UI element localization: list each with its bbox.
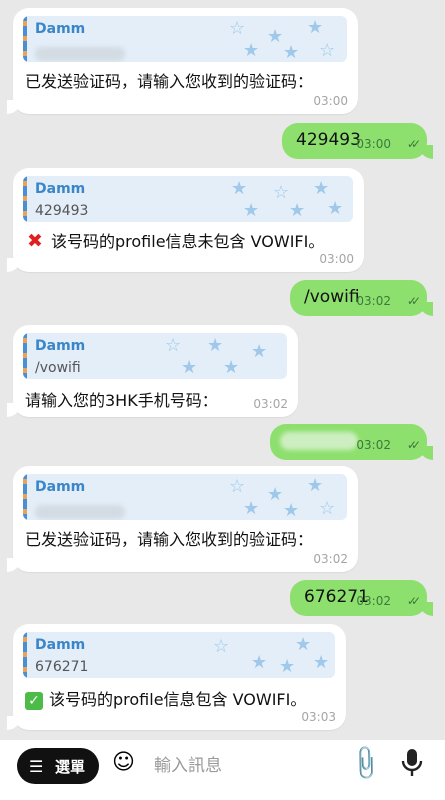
outgoing-message[interactable]: /vowifi 03:02 ✓✓ [290,280,433,316]
star-pattern: ★ ☆ ★ ★ ★ ★ [231,178,344,221]
cross-mark-icon: ✖ [27,230,43,252]
message-text: 已发送验证码，请输入您收到的验证码： [25,530,314,549]
quote-sender: Damm [35,637,86,653]
redacted-text [35,47,125,61]
menu-label: 選單 [55,758,86,776]
outgoing-message[interactable]: 676271 03:02 ✓✓ [290,580,433,616]
outgoing-message[interactable]: 03:02 ✓✓ [270,424,433,460]
read-check-icon: ✓✓ [406,438,421,452]
message-text: 已发送验证码，请输入您收到的验证码： [25,72,314,91]
message-time: 03:00 [319,252,354,266]
outgoing-message[interactable]: 429493 03:00 ✓✓ [282,123,433,159]
quote-bar [23,333,27,379]
message-text: ✖ 该号码的profile信息未包含 VOWIFI。 [25,228,324,252]
quote-text: 429493 [35,203,89,219]
message-time: 03:02 [356,294,391,308]
menu-icon: ☰ [29,757,44,776]
message-text-content: 该号码的profile信息未包含 VOWIFI。 [51,232,325,251]
quote-text: 676271 [35,659,89,675]
attach-icon[interactable]: 📎 [345,743,386,784]
quote-sender: Damm [35,21,86,37]
message-time: 03:00 [356,137,391,151]
quote-sender: Damm [35,338,86,354]
star-pattern: ☆ ★ ★ ★ ★ ☆ [229,17,336,62]
incoming-message[interactable]: Damm ☆ ★ ★ ★ ★ ☆ 已发送验证码，请输入您收到的验证码： 03:02 [7,466,358,572]
reply-quote[interactable]: Damm ☆ ★ ★ ★ ★ ☆ [23,16,347,62]
message-time: 03:02 [313,552,348,566]
message-input[interactable] [152,751,336,781]
redacted-text [280,432,358,450]
message-time: 03:02 [356,594,391,608]
quote-bar [23,632,27,678]
reply-quote[interactable]: Damm 676271 ☆ ★ ★ ★ ★ [23,632,335,678]
composer-bar: ☰ 選單 ☺ 📎 [0,740,445,800]
quote-text: /vowifi [35,360,81,376]
message-time: 03:02 [356,438,391,452]
message-text: ✓ 该号码的profile信息包含 VOWIFI。 [25,686,306,710]
quote-bar [23,16,27,62]
incoming-message[interactable]: Damm 429493 ★ ☆ ★ ★ ★ ★ ✖ 该号码的profile信息未包含 V… [7,168,364,272]
message-time: 03:00 [313,94,348,108]
message-text: /vowifi [304,287,360,307]
quote-sender: Damm [35,181,86,197]
reply-quote[interactable]: Damm 429493 ★ ☆ ★ ★ ★ ★ [23,176,353,222]
quote-bar [23,474,27,520]
read-check-icon: ✓✓ [406,294,421,308]
message-text-content: 该号码的profile信息包含 VOWIFI。 [49,690,307,709]
menu-button[interactable]: ☰ 選單 [17,748,99,784]
quote-bar [23,176,27,222]
read-check-icon: ✓✓ [406,137,421,151]
chat-area[interactable]: Damm ☆ ★ ★ ★ ★ ☆ 已发送验证码，请输入您收到的验证码： 03:00 4… [0,0,445,740]
sticker-icon[interactable]: ☺ [112,750,135,775]
star-pattern: ☆ ★ ★ ★ ★ ☆ [229,475,336,520]
quote-sender: Damm [35,479,86,495]
reply-quote[interactable]: Damm /vowifi ☆ ★ ★ ★ ★ [23,333,287,379]
star-pattern: ☆ ★ ★ ★ ★ [213,634,330,677]
check-mark-icon: ✓ [25,692,43,710]
message-text: 429493 [296,130,361,150]
message-text: 请输入您的3HK手机号码： [25,391,218,410]
incoming-message[interactable]: Damm /vowifi ☆ ★ ★ ★ ★ 请输入您的3HK手机号码： 03:02 [7,325,298,417]
star-pattern: ☆ ★ ★ ★ ★ [165,335,268,378]
reply-quote[interactable]: Damm ☆ ★ ★ ★ ★ ☆ [23,474,347,520]
message-time: 03:03 [301,710,336,724]
message-time: 03:02 [253,397,288,411]
read-check-icon: ✓✓ [406,594,421,608]
incoming-message[interactable]: Damm 676271 ☆ ★ ★ ★ ★ ✓ 该号码的profile信息包含 VOW… [7,624,346,730]
microphone-icon[interactable] [400,746,424,780]
incoming-message[interactable]: Damm ☆ ★ ★ ★ ★ ☆ 已发送验证码，请输入您收到的验证码： 03:00 [7,8,358,114]
redacted-text [35,505,125,519]
